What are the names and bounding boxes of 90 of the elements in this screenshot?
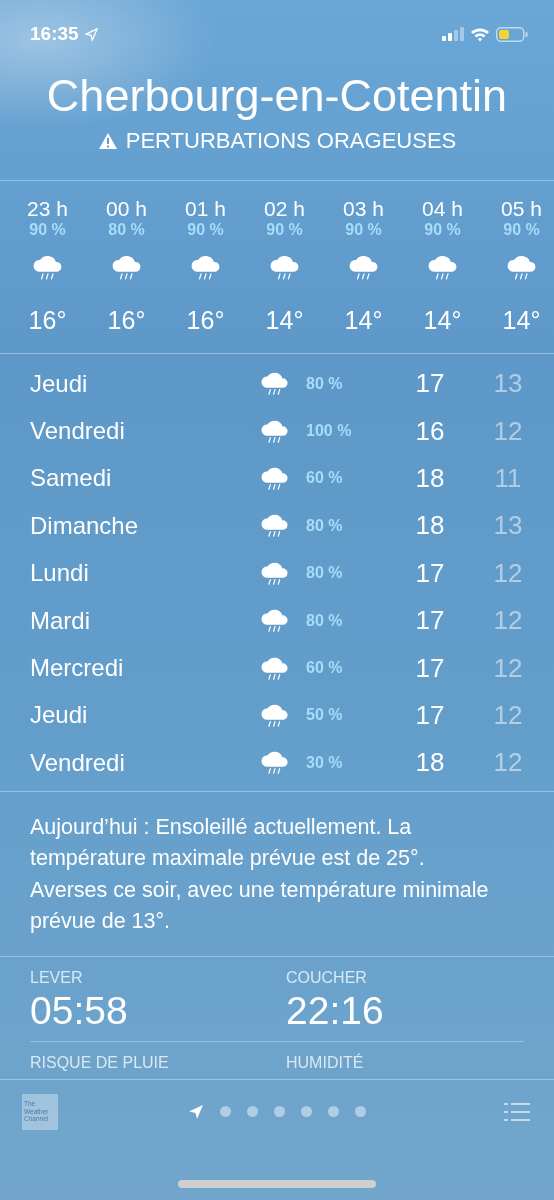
- hour-temperature: 14°: [423, 305, 462, 335]
- rain-cloud-icon: [260, 370, 290, 398]
- rain-chance: 30 %: [305, 753, 344, 772]
- rain-chance: 90 %: [503, 221, 540, 239]
- rain-chance: 100 %: [305, 422, 353, 441]
- detail-label: LEVER: [30, 968, 84, 987]
- low-temperature: 11: [493, 462, 523, 494]
- detail-value: 22:16: [286, 988, 385, 1033]
- rain-chance: 80 %: [305, 564, 344, 583]
- day-name: Lundi: [29, 559, 90, 588]
- list-icon[interactable]: [504, 1101, 530, 1122]
- hour-temperature: 14°: [344, 305, 383, 335]
- detail-label: COUCHER: [286, 968, 368, 987]
- day-name: Vendredi: [29, 748, 126, 777]
- high-temperature: 18: [414, 462, 446, 494]
- low-temperature: 13: [492, 368, 524, 400]
- rain-chance: 90 %: [29, 221, 66, 239]
- detail-label: HUMIDITÉ: [286, 1053, 365, 1072]
- high-temperature: 17: [414, 557, 446, 589]
- rain-cloud-icon: [260, 512, 290, 540]
- high-temperature: 17: [414, 699, 446, 731]
- hour-temperature: 14°: [502, 305, 541, 335]
- page-dot[interactable]: [301, 1106, 312, 1117]
- rain-cloud-icon: [347, 253, 380, 282]
- rain-chance: 90 %: [266, 221, 303, 239]
- page-dot[interactable]: [355, 1106, 366, 1117]
- high-temperature: 18: [414, 747, 446, 779]
- hour-label: 02 h: [264, 197, 305, 221]
- rain-cloud-icon: [189, 253, 222, 282]
- hour-temperature: 14°: [265, 305, 304, 335]
- hour-temperature: 16°: [28, 305, 67, 335]
- high-temperature: 16: [414, 415, 446, 447]
- rain-cloud-icon: [260, 749, 290, 777]
- day-name: Jeudi: [29, 369, 89, 398]
- low-temperature: 12: [492, 747, 524, 779]
- forecast-summary: Aujourd’hui : Ensoleillé actuellement. La température maximale prévue est de 25°. Averses ce soir, avec une température minimale prévue de 13°.: [29, 813, 490, 935]
- page-dot[interactable]: [274, 1106, 285, 1117]
- location-arrow-icon: [84, 27, 98, 41]
- day-name: Samedi: [29, 464, 113, 493]
- hour-label: 01 h: [185, 197, 226, 221]
- low-temperature: 12: [492, 415, 524, 447]
- rain-cloud-icon: [110, 253, 143, 282]
- day-name: Mercredi: [29, 654, 125, 683]
- rain-chance: 80 %: [305, 374, 344, 393]
- high-temperature: 17: [414, 652, 446, 684]
- rain-chance: 90 %: [345, 221, 382, 239]
- rain-chance: 80 %: [305, 611, 344, 630]
- detail-value: 05:58: [30, 988, 129, 1033]
- detail-label: RISQUE DE PLUIE: [30, 1053, 170, 1072]
- hour-label: 23 h: [27, 197, 68, 221]
- rain-chance: 50 %: [305, 706, 344, 725]
- rain-cloud-icon: [505, 253, 538, 282]
- page-dot[interactable]: [328, 1106, 339, 1117]
- status-time: 16:35: [30, 23, 79, 45]
- low-temperature: 12: [492, 699, 524, 731]
- alert-text: PERTURBATIONS ORAGEUSES: [125, 128, 457, 154]
- hour-label: 04 h: [422, 197, 463, 221]
- high-temperature: 18: [414, 510, 446, 542]
- hour-temperature: 16°: [107, 305, 146, 335]
- signal-icon: [442, 27, 464, 41]
- low-temperature: 12: [492, 557, 524, 589]
- hour-label: 03 h: [343, 197, 384, 221]
- day-name: Jeudi: [29, 701, 89, 730]
- rain-cloud-icon: [31, 253, 64, 282]
- day-name: Vendredi: [29, 417, 126, 446]
- rain-cloud-icon: [426, 253, 459, 282]
- rain-chance: 80 %: [108, 221, 145, 239]
- hour-temperature: 16°: [186, 305, 225, 335]
- hour-label: 05 h: [501, 197, 542, 221]
- rain-chance: 80 %: [305, 516, 344, 535]
- warning-icon: [97, 132, 118, 150]
- low-temperature: 13: [492, 510, 524, 542]
- high-temperature: 17: [414, 605, 446, 637]
- hour-label: 00 h: [106, 197, 147, 221]
- day-name: Dimanche: [29, 511, 140, 540]
- page-dot[interactable]: [247, 1106, 258, 1117]
- low-temperature: 12: [492, 652, 524, 684]
- wifi-icon: [470, 26, 490, 42]
- page-dot[interactable]: [220, 1106, 231, 1117]
- rain-chance: 60 %: [305, 659, 344, 678]
- city-name: Cherbourg-en-Cotentin: [45, 70, 509, 122]
- battery-icon: [496, 26, 528, 42]
- low-temperature: 12: [492, 605, 524, 637]
- rain-chance: 90 %: [187, 221, 224, 239]
- rain-chance: 90 %: [424, 221, 461, 239]
- high-temperature: 17: [414, 368, 446, 400]
- rain-cloud-icon: [260, 607, 290, 635]
- rain-chance: 60 %: [305, 469, 344, 488]
- day-name: Mardi: [29, 606, 91, 635]
- rain-cloud-icon: [268, 253, 301, 282]
